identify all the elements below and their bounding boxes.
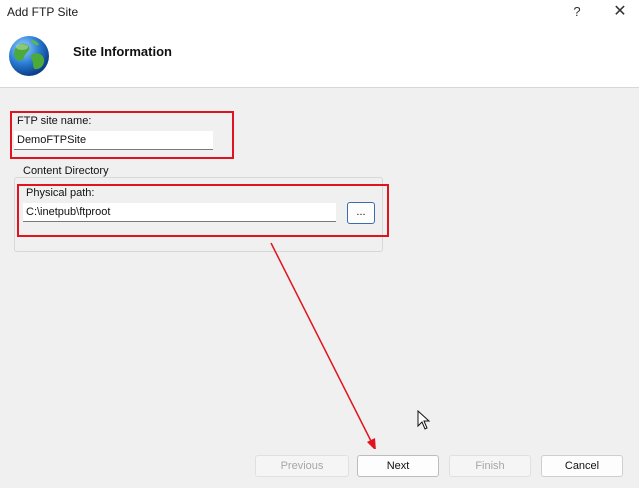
previous-button[interactable]: Previous bbox=[255, 455, 349, 477]
site-name-input[interactable] bbox=[14, 131, 213, 150]
browse-button[interactable]: ... bbox=[347, 202, 375, 224]
globe-icon bbox=[9, 36, 49, 76]
page-title: Site Information bbox=[73, 44, 172, 59]
window-title: Add FTP Site bbox=[7, 5, 79, 19]
add-ftp-site-dialog: Add FTP Site ? ✕ Site Information FTP si… bbox=[0, 0, 639, 488]
content-directory-legend: Content Directory bbox=[20, 165, 112, 177]
next-button[interactable]: Next bbox=[357, 455, 439, 477]
wizard-header: Site Information bbox=[0, 26, 639, 88]
mouse-cursor-icon bbox=[417, 410, 431, 430]
cancel-button[interactable]: Cancel bbox=[541, 455, 623, 477]
help-button[interactable]: ? bbox=[566, 2, 588, 22]
close-button[interactable]: ✕ bbox=[608, 2, 632, 22]
finish-button[interactable]: Finish bbox=[449, 455, 531, 477]
physical-path-input[interactable] bbox=[23, 203, 336, 222]
title-bar: Add FTP Site ? ✕ bbox=[0, 0, 639, 26]
site-name-label: FTP site name: bbox=[17, 115, 92, 127]
physical-path-label: Physical path: bbox=[26, 187, 95, 199]
